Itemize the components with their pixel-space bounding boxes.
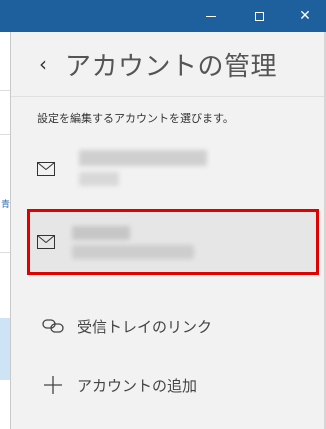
add-account-label: アカウントの追加 <box>77 376 198 395</box>
page-title: アカウントの管理 <box>65 51 278 82</box>
redacted-account-email <box>72 245 194 259</box>
mail-icon <box>37 235 55 249</box>
plus-icon-wrap <box>35 375 71 395</box>
link-inboxes-label: 受信トレイのリンク <box>77 317 213 336</box>
list-divider <box>0 134 10 135</box>
background-text-fragment: 青 <box>1 200 11 210</box>
manage-accounts-panel: ‹ アカウントの管理 設定を編集するアカウントを選びます。 受信トレイのリンク <box>11 32 326 429</box>
link-icon <box>42 319 64 333</box>
plus-icon <box>44 376 62 394</box>
redacted-account-name <box>72 226 130 240</box>
list-divider <box>0 252 10 253</box>
link-icon-wrap <box>35 318 71 334</box>
instruction-text: 設定を編集するアカウントを選びます。 <box>37 112 234 125</box>
close-button[interactable]: ✕ <box>286 0 324 32</box>
account-item-2-selected[interactable] <box>27 209 319 275</box>
maximize-button[interactable] <box>240 0 278 32</box>
background-selected-item <box>0 318 10 380</box>
title-bar: ✕ <box>0 0 326 32</box>
header-divider <box>11 96 326 97</box>
add-account-button[interactable]: アカウントの追加 <box>27 363 319 407</box>
close-icon: ✕ <box>299 8 311 24</box>
minimize-icon <box>206 15 216 17</box>
minimize-button[interactable] <box>192 0 230 32</box>
redacted-account-detail <box>79 172 119 186</box>
redacted-account-name <box>79 150 207 166</box>
panel-header: ‹ アカウントの管理 <box>11 32 326 96</box>
list-divider <box>0 90 10 91</box>
back-arrow-icon: ‹ <box>39 52 47 76</box>
account-item-1[interactable] <box>27 136 319 202</box>
back-button[interactable]: ‹ <box>23 44 63 84</box>
background-mail-list: 青 <box>0 32 11 429</box>
link-inboxes-button[interactable]: 受信トレイのリンク <box>27 304 319 348</box>
maximize-icon <box>254 11 264 21</box>
mail-icon <box>37 162 55 176</box>
